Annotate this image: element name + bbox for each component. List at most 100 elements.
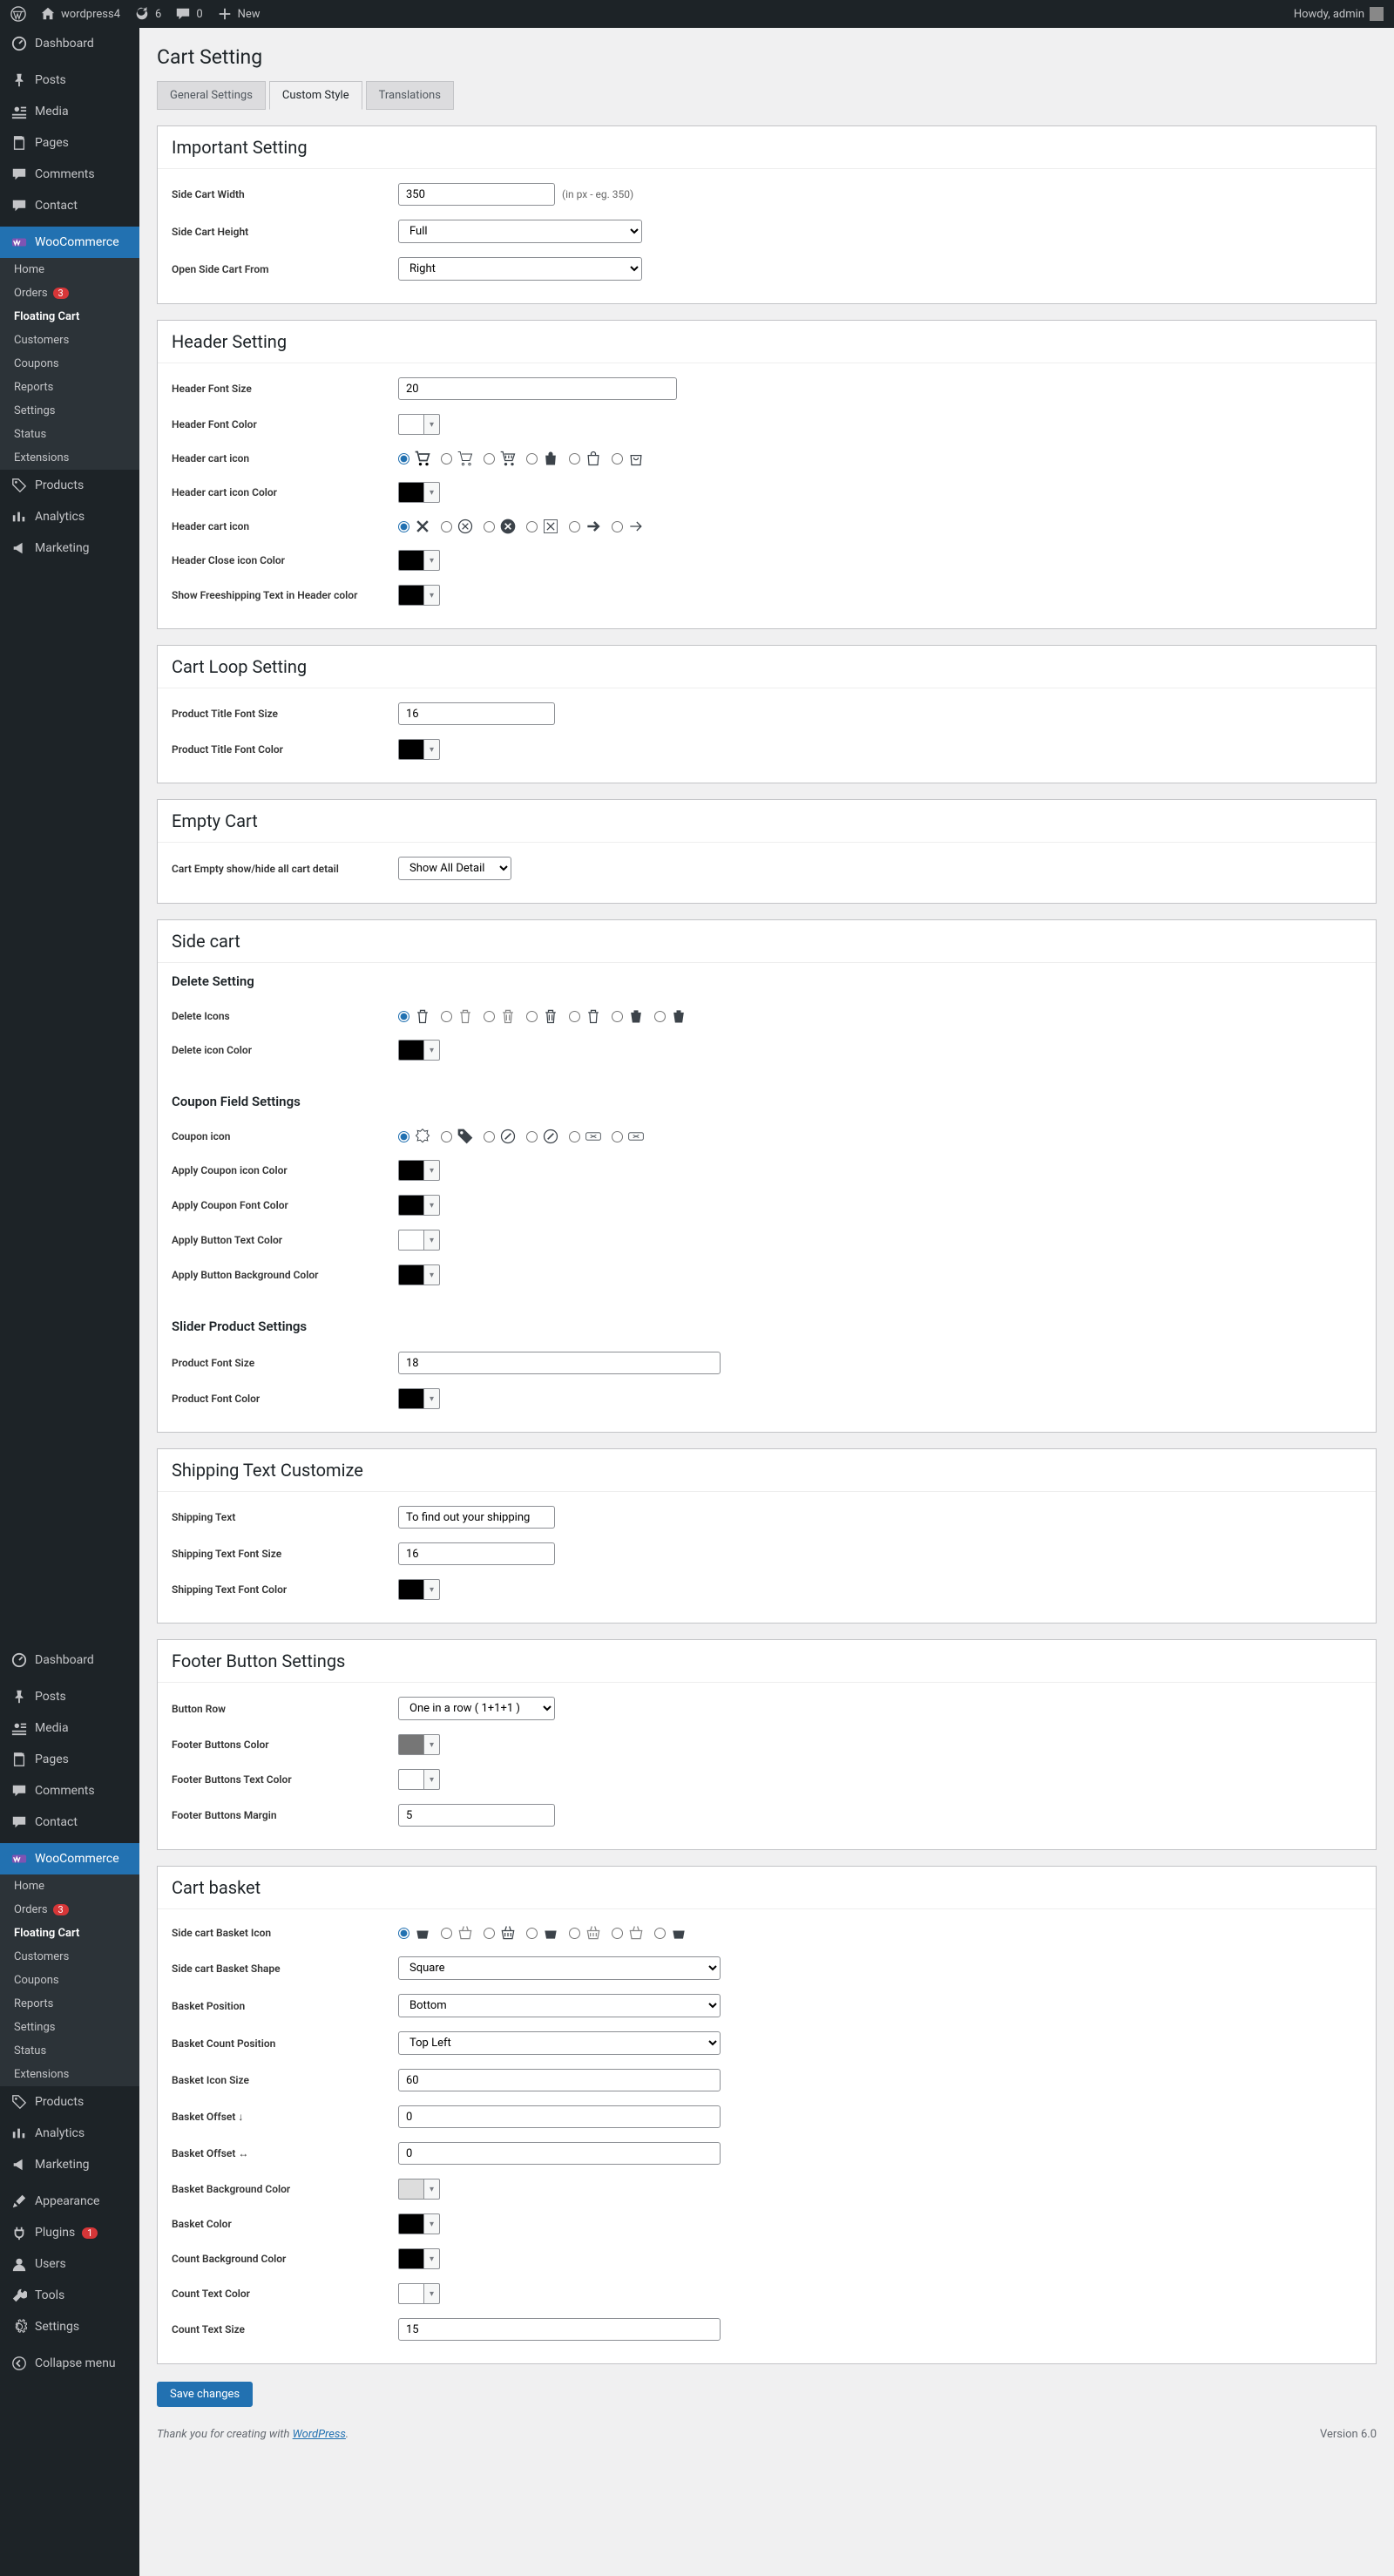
submenu-floating-cart[interactable]: Floating Cart: [0, 1922, 139, 1945]
menu-analytics-2[interactable]: Analytics: [0, 2118, 139, 2149]
basket-icon-option-2[interactable]: [441, 1923, 475, 1942]
delete-icon-option-5[interactable]: [569, 1007, 603, 1026]
coupon-icon-color-picker[interactable]: ▾: [398, 1160, 440, 1181]
close-icon-option-6[interactable]: [612, 517, 646, 536]
cart-icon-option-4[interactable]: [526, 449, 560, 468]
coupon-icon-option-6[interactable]: [612, 1127, 646, 1146]
cart-icon-option-5[interactable]: [569, 449, 603, 468]
menu-dashboard[interactable]: Dashboard: [0, 28, 139, 59]
header-cart-icon-color-picker[interactable]: ▾: [398, 482, 440, 503]
footer-color-picker[interactable]: ▾: [398, 1734, 440, 1755]
submenu-customers[interactable]: Customers: [0, 329, 139, 352]
menu-products-2[interactable]: Products: [0, 2086, 139, 2118]
menu-pages-2[interactable]: Pages: [0, 1744, 139, 1775]
button-row-select[interactable]: One in a row ( 1+1+1 ): [398, 1697, 555, 1720]
menu-tools[interactable]: Tools: [0, 2280, 139, 2311]
close-icon-option-2[interactable]: [441, 517, 475, 536]
close-icon-option-3[interactable]: [484, 517, 518, 536]
close-icon-option-4[interactable]: [526, 517, 560, 536]
menu-media[interactable]: Media: [0, 96, 139, 127]
submenu-extensions[interactable]: Extensions: [0, 2063, 139, 2086]
menu-contact-2[interactable]: Contact: [0, 1807, 139, 1838]
submenu-settings[interactable]: Settings: [0, 2016, 139, 2039]
menu-woocommerce[interactable]: WooCommerce: [0, 227, 139, 258]
submenu-home[interactable]: Home: [0, 258, 139, 281]
header-close-color-picker[interactable]: ▾: [398, 550, 440, 571]
submenu-extensions[interactable]: Extensions: [0, 446, 139, 470]
delete-icon-option-4[interactable]: [526, 1007, 560, 1026]
product-title-size-input[interactable]: [398, 702, 555, 725]
howdy-link[interactable]: Howdy, admin: [1294, 7, 1384, 21]
footer-margin-input[interactable]: [398, 1804, 555, 1827]
delete-icon-option-1[interactable]: [398, 1007, 432, 1026]
header-font-color-picker[interactable]: ▾: [398, 414, 440, 435]
menu-users[interactable]: Users: [0, 2248, 139, 2280]
comments-link[interactable]: 0: [175, 6, 202, 22]
menu-collapse[interactable]: Collapse menu: [0, 2348, 139, 2379]
coupon-icon-option-2[interactable]: [441, 1127, 475, 1146]
new-link[interactable]: New: [217, 6, 261, 22]
side-cart-width-input[interactable]: [398, 183, 555, 206]
delete-icon-option-7[interactable]: [654, 1007, 688, 1026]
menu-comments[interactable]: Comments: [0, 159, 139, 190]
menu-posts[interactable]: Posts: [0, 64, 139, 96]
shipping-font-size-input[interactable]: [398, 1542, 555, 1565]
basket-offset-x-input[interactable]: [398, 2142, 721, 2165]
shipping-font-color-picker[interactable]: ▾: [398, 1579, 440, 1600]
menu-plugins[interactable]: Plugins 1: [0, 2217, 139, 2248]
menu-pages[interactable]: Pages: [0, 127, 139, 159]
menu-analytics[interactable]: Analytics: [0, 501, 139, 532]
basket-icon-option-7[interactable]: [654, 1923, 688, 1942]
delete-color-picker[interactable]: ▾: [398, 1040, 440, 1061]
submenu-orders[interactable]: Orders 3: [0, 281, 139, 305]
save-button[interactable]: Save changes: [157, 2382, 253, 2407]
basket-icon-option-5[interactable]: [569, 1923, 603, 1942]
menu-woocommerce-2[interactable]: WooCommerce: [0, 1843, 139, 1874]
count-bg-picker[interactable]: ▾: [398, 2248, 440, 2269]
menu-posts-2[interactable]: Posts: [0, 1681, 139, 1712]
basket-icon-option-1[interactable]: [398, 1923, 432, 1942]
menu-comments-2[interactable]: Comments: [0, 1775, 139, 1807]
tab-general[interactable]: General Settings: [157, 81, 266, 110]
basket-color-picker[interactable]: ▾: [398, 2213, 440, 2234]
coupon-btn-bg-picker[interactable]: ▾: [398, 1264, 440, 1285]
open-from-select[interactable]: Right: [398, 257, 642, 281]
submenu-reports[interactable]: Reports: [0, 1992, 139, 2016]
product-title-color-picker[interactable]: ▾: [398, 739, 440, 760]
basket-offset-y-input[interactable]: [398, 2105, 721, 2128]
count-text-color-picker[interactable]: ▾: [398, 2283, 440, 2304]
basket-icon-option-6[interactable]: [612, 1923, 646, 1942]
wp-logo-icon[interactable]: [10, 6, 26, 22]
tab-custom-style[interactable]: Custom Style: [269, 81, 362, 110]
shipping-text-input[interactable]: [398, 1506, 555, 1529]
submenu-customers[interactable]: Customers: [0, 1945, 139, 1969]
cart-icon-option-2[interactable]: [441, 449, 475, 468]
menu-marketing-2[interactable]: Marketing: [0, 2149, 139, 2180]
tab-translations[interactable]: Translations: [366, 81, 454, 110]
wordpress-link[interactable]: WordPress: [293, 2428, 346, 2441]
freeship-color-picker[interactable]: ▾: [398, 585, 440, 606]
close-icon-option-5[interactable]: [569, 517, 603, 536]
side-cart-height-select[interactable]: Full: [398, 220, 642, 243]
coupon-icon-option-1[interactable]: [398, 1127, 432, 1146]
menu-settings[interactable]: Settings: [0, 2311, 139, 2342]
delete-icon-option-2[interactable]: [441, 1007, 475, 1026]
cart-icon-option-6[interactable]: [612, 449, 646, 468]
menu-dashboard-2[interactable]: Dashboard: [0, 1644, 139, 1676]
menu-contact[interactable]: Contact: [0, 190, 139, 221]
cart-icon-option-1[interactable]: [398, 449, 432, 468]
submenu-settings[interactable]: Settings: [0, 399, 139, 423]
updates-link[interactable]: 6: [134, 6, 161, 22]
menu-products[interactable]: Products: [0, 470, 139, 501]
menu-media-2[interactable]: Media: [0, 1712, 139, 1744]
submenu-coupons[interactable]: Coupons: [0, 1969, 139, 1992]
coupon-btn-text-picker[interactable]: ▾: [398, 1230, 440, 1251]
menu-appearance[interactable]: Appearance: [0, 2186, 139, 2217]
basket-position-select[interactable]: Bottom: [398, 1994, 721, 2017]
coupon-icon-option-3[interactable]: [484, 1127, 518, 1146]
submenu-status[interactable]: Status: [0, 423, 139, 446]
basket-icon-option-3[interactable]: [484, 1923, 518, 1942]
submenu-home[interactable]: Home: [0, 1874, 139, 1898]
submenu-floating-cart[interactable]: Floating Cart: [0, 305, 139, 329]
footer-text-color-picker[interactable]: ▾: [398, 1769, 440, 1790]
